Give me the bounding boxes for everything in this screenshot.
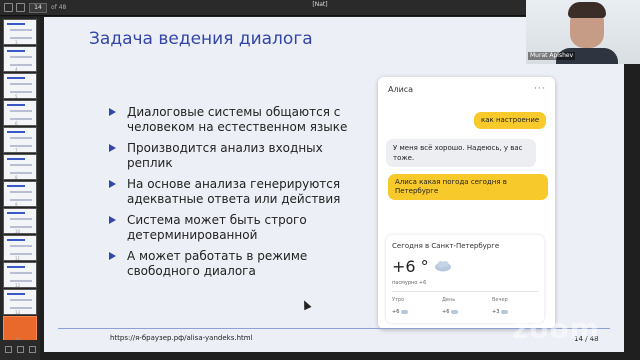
bullet-text: А может работать в режиме свободного диа… bbox=[127, 249, 308, 278]
thumbnail-title-line bbox=[7, 239, 25, 241]
thumbnail-title-line bbox=[7, 23, 25, 25]
forecast-label: Вечер bbox=[492, 297, 508, 303]
thumbnail-page-number: 11 bbox=[15, 256, 21, 261]
thumbnail-body-lines bbox=[10, 299, 32, 309]
webcam-video: Murat Apishev bbox=[526, 0, 640, 64]
sidebar-bottom-bar bbox=[0, 340, 40, 360]
thumbnail-title-line bbox=[7, 77, 25, 79]
thumbnail-page-number: 8 bbox=[15, 175, 18, 180]
thumbnail-page-number: 5 bbox=[15, 94, 18, 99]
forecast-value: +6 bbox=[442, 309, 482, 315]
document-title: [Nat] bbox=[290, 1, 350, 8]
bullet-text: Система может быть строго детерминирован… bbox=[127, 213, 307, 242]
footer-url[interactable]: https://я-браузер.рф/alisa-yandeks.html bbox=[110, 334, 253, 342]
slide-thumbnail[interactable] bbox=[3, 181, 37, 207]
thumbnail-page-number: 4 bbox=[15, 67, 18, 72]
slide-thumbnail[interactable] bbox=[3, 73, 37, 99]
thumbnail-title-line bbox=[7, 158, 25, 160]
assistant-message-bubble: У меня всё хорошо. Надеюсь, у вас тоже. bbox=[386, 139, 536, 167]
bullet-arrow-icon bbox=[109, 180, 116, 188]
presentation-slide: Задача ведения диалога Диалоговые систем… bbox=[44, 17, 624, 352]
forecast-temp: +6 bbox=[392, 309, 400, 315]
thumbnail-body-lines bbox=[10, 29, 32, 39]
weather-widget: Сегодня в Санкт-Петербурге +6 ° пасмурно… bbox=[386, 235, 544, 323]
forecast-temp: +6 bbox=[442, 309, 450, 315]
bullet-text: Производится анализ входных реплик bbox=[127, 141, 323, 170]
slide-thumbnail[interactable] bbox=[3, 100, 37, 126]
thumbnail-page-number: 6 bbox=[15, 121, 18, 126]
thumbnail-body-lines bbox=[10, 245, 32, 255]
sidebar-toggle-icon[interactable] bbox=[4, 3, 13, 12]
thumbnail-body-lines bbox=[10, 272, 32, 282]
thumbnail-title-line bbox=[7, 212, 25, 214]
bullet-item: На основе анализа генерируются адекватны… bbox=[109, 177, 369, 207]
thumbnail-title-line bbox=[7, 131, 25, 133]
zoom-watermark: zoom bbox=[512, 312, 600, 345]
slide-title: Задача ведения диалога bbox=[89, 29, 313, 49]
thumbnail-page-number: 9 bbox=[15, 202, 18, 207]
slide-thumbnail[interactable] bbox=[3, 19, 37, 45]
slide-thumbnail[interactable] bbox=[3, 46, 37, 72]
thumbnail-title-line bbox=[7, 50, 25, 52]
grid-icon[interactable] bbox=[16, 3, 25, 12]
forecast-label: Утро bbox=[392, 297, 405, 303]
more-dots-icon: ··· bbox=[534, 84, 546, 94]
bullet-arrow-icon bbox=[109, 252, 116, 260]
thumbnail-view-icon[interactable] bbox=[5, 346, 12, 353]
bullet-item: Производится анализ входных реплик bbox=[109, 141, 369, 171]
outline-view-icon[interactable] bbox=[17, 346, 24, 353]
thumbnail-page-number: 3 bbox=[15, 40, 18, 45]
thumbnail-body-lines bbox=[10, 83, 32, 93]
thumbnail-body-lines bbox=[10, 137, 32, 147]
participant-name: Murat Apishev bbox=[528, 52, 576, 60]
forecast-day: День +6 bbox=[442, 297, 482, 315]
thumbnail-title-line bbox=[7, 293, 25, 295]
document-title-text: [Nat] bbox=[312, 1, 328, 8]
bullet-item: Диалоговые системы общаются с человеком … bbox=[109, 105, 369, 135]
user-message-bubble: Алиса какая погода сегодня в Петербурге bbox=[388, 174, 548, 200]
thumbnail-title-line bbox=[7, 104, 25, 106]
bullet-arrow-icon bbox=[109, 216, 116, 224]
forecast-morning: Утро +6 bbox=[392, 297, 432, 315]
cloud-icon bbox=[435, 261, 451, 272]
bullet-text: На основе анализа генерируются адекватны… bbox=[127, 177, 341, 206]
bullet-arrow-icon bbox=[109, 108, 116, 116]
bullet-text: Диалоговые системы общаются с человеком … bbox=[127, 105, 348, 134]
weather-description: пасмурно +6 bbox=[392, 280, 427, 286]
mini-cloud-icon bbox=[451, 309, 459, 314]
thumbnail-title-line bbox=[7, 266, 25, 268]
thumbnail-page-number: 13 bbox=[15, 310, 21, 315]
thumbnail-body-lines bbox=[10, 218, 32, 228]
weather-temperature: +6 ° bbox=[392, 257, 429, 276]
mini-cloud-icon bbox=[401, 309, 409, 314]
thumbnail-page-number: 7 bbox=[15, 148, 18, 153]
weather-divider bbox=[392, 291, 538, 292]
forecast-label: День bbox=[442, 297, 456, 303]
bullet-arrow-icon bbox=[109, 144, 116, 152]
bullet-list: Диалоговые системы общаются с человеком … bbox=[109, 105, 369, 285]
slide-thumbnail[interactable] bbox=[3, 127, 37, 153]
weather-city: Сегодня в Санкт-Петербурге bbox=[392, 242, 500, 250]
user-message-bubble: как настроение bbox=[474, 112, 547, 129]
thumbnail-body-lines bbox=[10, 110, 32, 120]
mini-cloud-icon bbox=[501, 309, 509, 314]
thumbnail-body-lines bbox=[10, 164, 32, 174]
alice-chat-card: Алиса ··· как настроение У меня всё хоро… bbox=[378, 77, 555, 329]
thumbnail-body-lines bbox=[10, 191, 32, 201]
page-total-label: of 48 bbox=[51, 4, 67, 11]
presenter-hair bbox=[568, 2, 606, 18]
forecast-value: +6 bbox=[392, 309, 432, 315]
alice-title: Алиса bbox=[388, 85, 414, 94]
page-number-input[interactable]: 14 bbox=[29, 3, 47, 13]
thumbnail-page-number: 12 bbox=[15, 283, 21, 288]
thumbnail-body-lines bbox=[10, 56, 32, 66]
bullet-item: А может работать в режиме свободного диа… bbox=[109, 249, 369, 279]
slide-thumbnail[interactable] bbox=[3, 154, 37, 180]
bullet-item: Система может быть строго детерминирован… bbox=[109, 213, 369, 243]
forecast-temp: +3 bbox=[492, 309, 500, 315]
thumbnail-title-line bbox=[7, 185, 25, 187]
attachments-icon[interactable] bbox=[29, 346, 36, 353]
thumbnail-sidebar: 34567891011121314 bbox=[0, 17, 40, 342]
thumbnail-page-number: 10 bbox=[15, 229, 21, 234]
